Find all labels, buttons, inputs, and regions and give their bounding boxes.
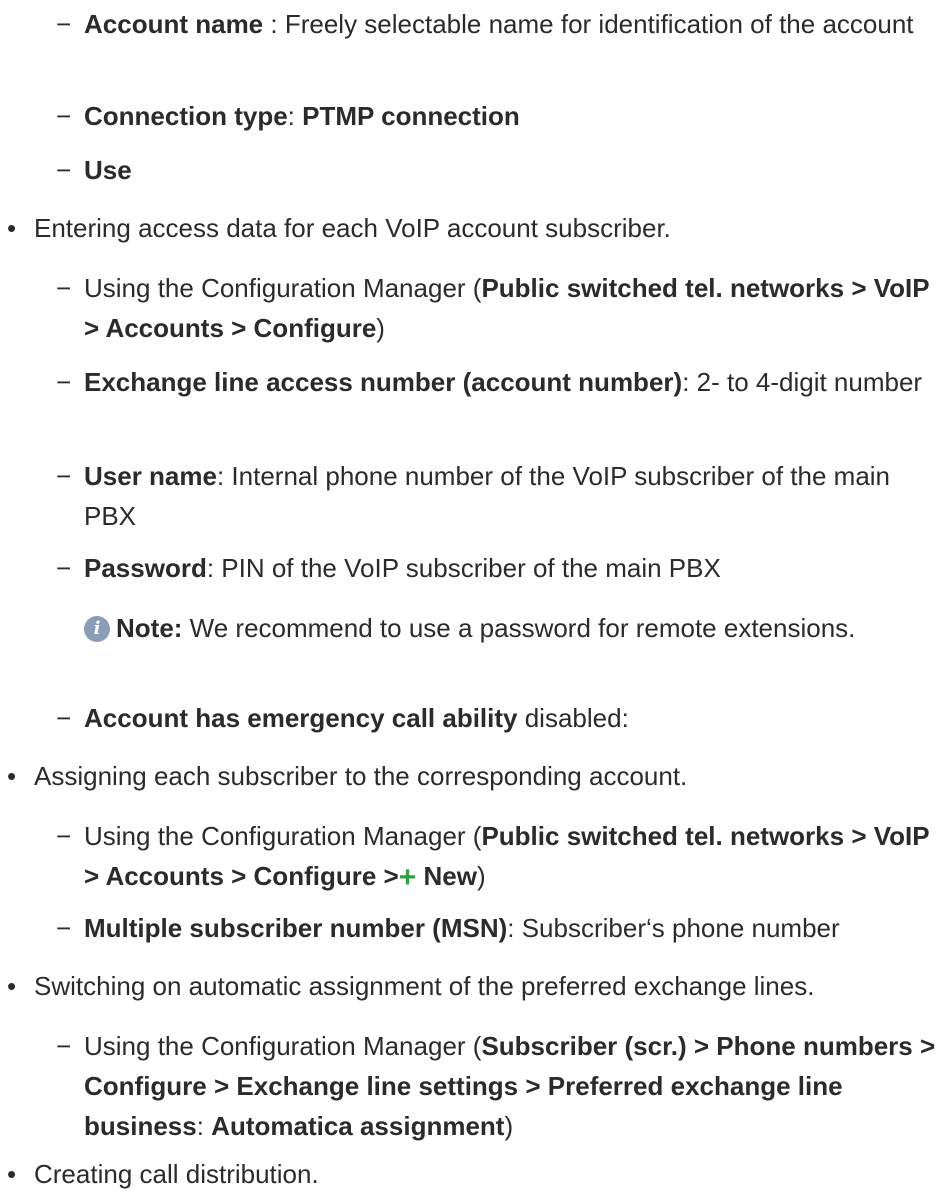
account-name-label: Account name [84,9,264,39]
dash-marker: − [56,1031,72,1061]
cm2-post: ) [476,861,486,891]
exchange-text: : 2- to 4-digit number [682,367,923,397]
list-item-user-name: − User name: Internal phone number of th… [56,456,936,536]
list-item-config-manager-2: − Using the Configuration Manager (Publi… [56,816,936,896]
cm1-pre: Using the Configuration Manager ( [84,273,482,303]
separator: : [287,101,303,131]
bullet-item-switching: • Switching on automatic assignment of t… [7,966,937,1006]
dash-marker: − [56,703,72,733]
exchange-label: Exchange line access number (account num… [84,367,683,397]
connection-type-value: PTMP connection [302,101,520,131]
msn-label: Multiple subscriber number (MSN) [84,913,508,943]
bullet-text: Switching on automatic assignment of the… [34,971,815,1001]
list-item-msn: − Multiple subscriber number (MSN): Subs… [56,908,936,948]
cm2-pre: Using the Configuration Manager ( [84,821,482,851]
dash-marker: − [56,367,72,397]
cm3-sep: : [196,1111,212,1141]
bullet-text: Creating call distribution. [34,1159,319,1189]
username-label: User name [84,461,217,491]
bullet-item-call-distribution: • Creating call distribution. [7,1154,937,1194]
cm1-post: ) [376,313,385,343]
connection-type-label: Connection type [84,101,288,131]
bullet-text: Assigning each subscriber to the corresp… [34,761,688,791]
cm2-new: New [416,861,477,891]
list-item-exchange-line: − Exchange line access number (account n… [56,362,936,402]
bullet-marker: • [7,1159,17,1189]
msn-text: : Subscriber‘s phone number [507,913,840,943]
bullet-item-access-data: • Entering access data for each VoIP acc… [7,208,937,248]
dash-marker: − [56,913,72,943]
account-name-text: : Freely selectable name for identificat… [263,9,914,39]
plus-icon: + [398,861,417,894]
emergency-text: disabled: [517,703,629,733]
info-icon: i [84,616,110,642]
cm3-post: ) [504,1111,514,1141]
dash-marker: − [56,821,72,851]
use-label: Use [84,155,132,185]
note-text: We recommend to use a password for remot… [182,613,856,643]
bullet-marker: • [7,971,17,1001]
list-item-use: − Use [56,150,936,190]
list-item-connection-type: − Connection type: PTMP connection [56,96,936,136]
bullet-marker: • [7,761,17,791]
note-label: Note: [116,613,183,643]
cm3-value: Automatica assignment [211,1111,505,1141]
dash-marker: − [56,461,72,491]
note-block: i Note: We recommend to use a password f… [84,608,934,648]
dash-marker: − [56,273,72,303]
list-item-password: − Password: PIN of the VoIP subscriber o… [56,548,936,588]
list-item-config-manager-3: − Using the Configuration Manager (Subsc… [56,1026,936,1146]
dash-marker: − [56,553,72,583]
bullet-marker: • [7,213,17,243]
list-item-emergency: − Account has emergency call ability dis… [56,698,936,738]
list-item-config-manager-1: − Using the Configuration Manager (Publi… [56,268,936,348]
password-text: : PIN of the VoIP subscriber of the main… [206,553,721,583]
bullet-text: Entering access data for each VoIP accou… [34,213,671,243]
dash-marker: − [56,9,72,39]
dash-marker: − [56,101,72,131]
cm3-pre: Using the Configuration Manager ( [84,1031,482,1061]
bullet-item-assigning: • Assigning each subscriber to the corre… [7,756,937,796]
emergency-label: Account has emergency call ability [84,703,518,733]
dash-marker: − [56,155,72,185]
password-label: Password [84,553,207,583]
list-item-account-name: − Account name : Freely selectable name … [56,4,936,44]
